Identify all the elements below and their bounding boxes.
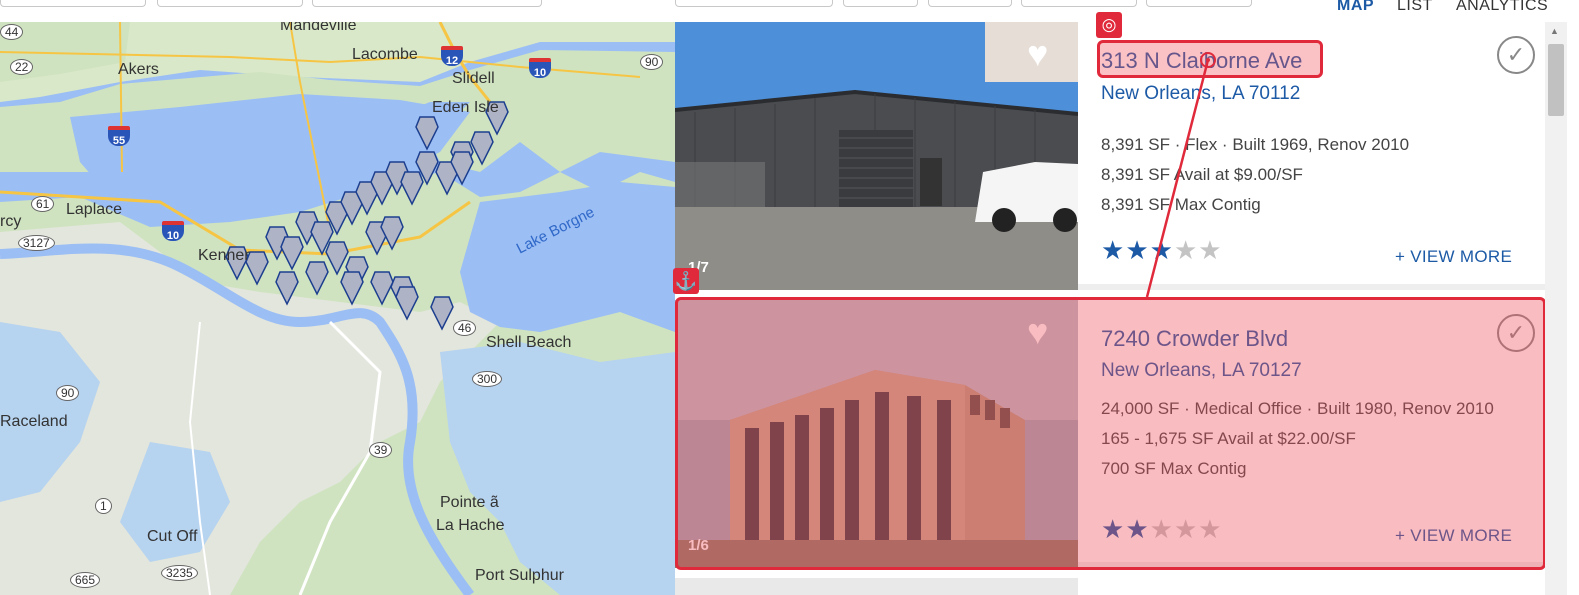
road-badge: 3235: [161, 565, 198, 581]
star-icon: ★: [1198, 235, 1223, 265]
filter-dropdown[interactable]: [928, 0, 1012, 7]
view-more-link[interactable]: + VIEW MORE: [1395, 247, 1512, 267]
map-place-label: Akers: [118, 61, 159, 78]
filter-dropdown[interactable]: [1021, 0, 1137, 7]
interstate-badge: 55: [108, 126, 130, 147]
road-badge: 665: [70, 572, 101, 588]
map-place-label: rcy: [0, 213, 22, 230]
road-badge: 1: [95, 498, 112, 514]
star-icon: ★: [1101, 235, 1126, 265]
listing-photo[interactable]: 1/7 ♥: [675, 22, 1078, 290]
interstate-badge: 12: [441, 46, 463, 67]
tab-map[interactable]: MAP: [1337, 0, 1374, 15]
map-place-label: Laplace: [66, 201, 123, 218]
map-place-label: Slidell: [452, 70, 495, 87]
filter-dropdown[interactable]: [312, 0, 542, 7]
checkmark-circle-icon[interactable]: ✓: [1497, 36, 1535, 74]
map-place-label: Kenner: [198, 247, 250, 264]
star-rating: ★★★★★: [1101, 235, 1223, 266]
filter-bar: MAP LIST ANALYTICS: [0, 0, 1579, 22]
map-place-label: Raceland: [0, 413, 68, 430]
heart-icon[interactable]: ♥: [1027, 36, 1048, 72]
map-place-label: Port Sulphur: [475, 567, 564, 584]
road-badge: 3127: [18, 235, 55, 251]
star-icon: ★: [1125, 235, 1150, 265]
map-place-label: Pointe ã: [440, 494, 499, 511]
listing-fact: 8,391 SF Max Contig: [1101, 195, 1261, 214]
scrollbar-thumb[interactable]: [1548, 44, 1564, 116]
filter-dropdown[interactable]: [843, 0, 918, 7]
listing-facts: 8,391 SF · Flex · Built 1969, Renov 2010…: [1101, 130, 1521, 220]
filter-dropdown[interactable]: [1146, 0, 1252, 7]
interstate-badge: 10: [529, 58, 551, 79]
anchor-icon: ⚓: [673, 268, 699, 294]
tab-list[interactable]: LIST: [1397, 0, 1433, 15]
star-icon: ★: [1173, 235, 1199, 265]
interstate-badge: 10: [162, 221, 184, 242]
map-place-label: La Hache: [436, 517, 505, 534]
map-place-label: Shell Beach: [486, 334, 572, 351]
map-place-label: Mandeville: [280, 22, 357, 34]
listing-card[interactable]: [675, 578, 1545, 595]
listing-city[interactable]: New Orleans, LA 70112: [1101, 83, 1300, 105]
map-place-label: Lacombe: [352, 46, 418, 63]
map-place-label: Cut Off: [147, 528, 198, 545]
drop-target-highlight: [675, 297, 1546, 570]
listing-fact: 8,391 SF Avail at $9.00/SF: [1101, 165, 1303, 184]
filter-dropdown[interactable]: [157, 0, 303, 7]
source-highlight: [1097, 40, 1323, 78]
tab-analytics[interactable]: ANALYTICS: [1456, 0, 1548, 15]
scroll-up-arrow-icon[interactable]: ▲: [1550, 26, 1559, 36]
listing-photo[interactable]: [675, 578, 1078, 595]
road-badge: 300: [472, 371, 503, 387]
listing-fact: 8,391 SF · Flex · Built 1969, Renov 2010: [1101, 135, 1410, 154]
filter-dropdown[interactable]: [675, 0, 833, 7]
filter-dropdown[interactable]: [0, 0, 146, 7]
star-icon: ★: [1149, 235, 1174, 265]
map-place-label: Eden Isle: [432, 99, 499, 116]
warehouse-photo-image: [675, 22, 1078, 290]
target-icon: ◎: [1096, 12, 1122, 38]
map-view[interactable]: Mandeville Lacombe Slidell Eden Isle Ake…: [0, 22, 675, 595]
